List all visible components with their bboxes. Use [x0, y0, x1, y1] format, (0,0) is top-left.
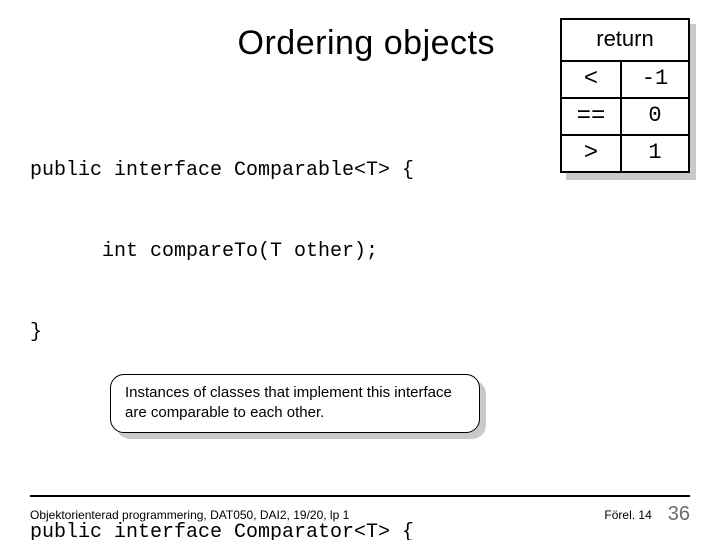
val-cell: -1 — [622, 62, 688, 97]
val-cell: 0 — [622, 99, 688, 134]
op-cell: < — [562, 62, 622, 97]
slide-title: Ordering objects — [30, 24, 495, 63]
footer-lecture: Förel. 14 — [604, 508, 651, 522]
slide: Ordering objects return < -1 == 0 > 1 pu… — [0, 0, 720, 540]
table-header: return — [562, 20, 688, 62]
table-row: > 1 — [562, 136, 688, 171]
op-cell: > — [562, 136, 622, 171]
code-line: int compareTo(T other); — [30, 238, 690, 265]
table-row: == 0 — [562, 99, 688, 136]
note-box-1: Instances of classes that implement this… — [110, 374, 480, 433]
footer-left: Objektorienterad programmering, DAT050, … — [30, 508, 349, 522]
table-row: < -1 — [562, 62, 688, 99]
val-cell: 1 — [622, 136, 688, 171]
page-number: 36 — [668, 503, 690, 526]
footer-right: Förel. 14 36 — [604, 503, 690, 526]
op-cell: == — [562, 99, 622, 134]
code-line: } — [30, 319, 690, 346]
table-body: return < -1 == 0 > 1 — [560, 18, 690, 173]
footer: Objektorienterad programmering, DAT050, … — [30, 495, 690, 526]
return-table: return < -1 == 0 > 1 — [560, 18, 690, 173]
note-text: Instances of classes that implement this… — [110, 374, 480, 433]
